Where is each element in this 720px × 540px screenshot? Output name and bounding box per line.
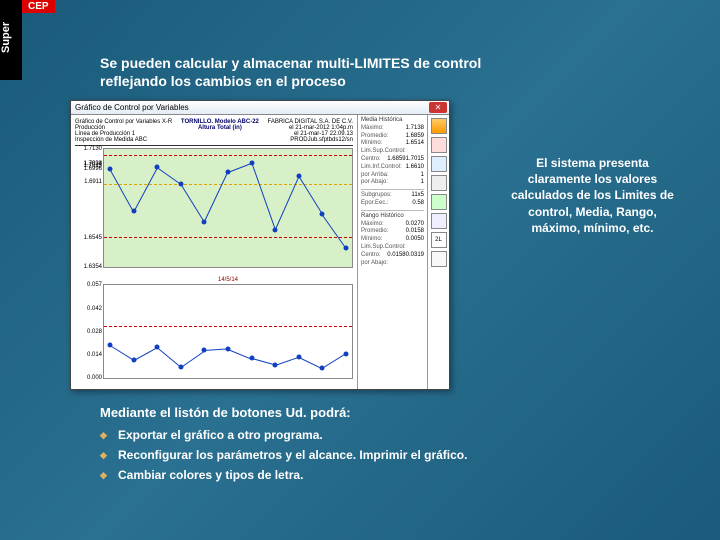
info-row: Lim.Inf.Control: 1.6610 <box>361 164 424 172</box>
y-tick: 1.7130 <box>84 146 104 152</box>
y-tick: 0.000 <box>87 375 104 381</box>
hdr-right-4: PRODJub.sfptbds12/sn <box>268 137 353 143</box>
tool-icon-3[interactable] <box>431 156 447 172</box>
window-titlebar: Gráfico de Control por Variables ✕ <box>71 101 449 115</box>
plot-column: Gráfico de Control por Variables X-R Pro… <box>71 115 357 389</box>
y-tick: 0.028 <box>87 329 104 335</box>
list-item: Cambiar colores y tipos de letra. <box>100 468 530 482</box>
tool-icon-6[interactable] <box>431 213 447 229</box>
chart-segment <box>204 172 228 223</box>
chart-point <box>344 245 349 250</box>
limit-line-center <box>104 184 352 185</box>
chart-segment <box>133 347 157 361</box>
chart-segment <box>133 168 157 213</box>
chart-segment <box>298 177 322 216</box>
chart-segment <box>228 163 252 173</box>
y-tick: 0.042 <box>87 306 104 312</box>
info-panel: Media Histórica Máximo: 1.7138Promedio: … <box>357 115 427 389</box>
tool-icon-5[interactable] <box>431 194 447 210</box>
limit-line-ucl <box>104 326 352 327</box>
toolbar: 2L <box>427 115 449 389</box>
slide-heading: Se pueden calcular y almacenar multi-LIM… <box>100 55 500 90</box>
info-row: Máximo: 0.0270 <box>361 221 424 229</box>
tool-icon-2[interactable] <box>431 137 447 153</box>
limit-line-ucl <box>104 155 352 156</box>
chart-segment <box>157 347 181 367</box>
callout-text: El sistema presenta claramente los valor… <box>505 155 680 236</box>
info-row: por Abajo: 1 <box>361 179 424 187</box>
hdr-left-4: Inspección de Medida ABC <box>75 137 172 143</box>
app-screenshot: Gráfico de Control por Variables ✕ Gráfi… <box>70 100 450 390</box>
brand-corner-badge: CEP <box>22 0 55 13</box>
info-row: Lim.Sup.Control: 0.0319 <box>361 244 424 252</box>
limit-line-lcl <box>104 237 352 238</box>
info-row: Mínimo: 1.6514 <box>361 140 424 148</box>
info-row: por Abajo: <box>361 260 424 268</box>
brand-side-tab: Super <box>0 0 22 80</box>
bullets-lead: Mediante el listón de botones Ud. podrá: <box>100 405 530 420</box>
xbar-chart: 1.71301.70331.70341.70151.69961.69111.65… <box>103 148 353 268</box>
info-row: Promedio: 1.6859 <box>361 133 424 141</box>
info-row: Mínimo: 0.0050 <box>361 236 424 244</box>
tool-icon-8[interactable] <box>431 251 447 267</box>
info-media-title: Media Histórica <box>361 117 424 125</box>
date-marker: 14/5/14 <box>99 277 357 283</box>
bullets-block: Mediante el listón de botones Ud. podrá:… <box>100 405 530 488</box>
tool-icon-7[interactable]: 2L <box>431 232 447 248</box>
list-item: Reconfigurar los parámetros y el alcance… <box>100 448 530 462</box>
y-tick: 1.6911 <box>84 179 104 185</box>
info-row: Lim.Sup.Control: 1.7015 <box>361 148 424 156</box>
info-row: Promedio: 0.0158 <box>361 228 424 236</box>
info-row: Subgrupos: 11x5 <box>361 192 424 200</box>
info-row: por Arriba: 1 <box>361 172 424 180</box>
close-icon[interactable]: ✕ <box>429 102 447 113</box>
tool-icon-4[interactable] <box>431 175 447 191</box>
y-tick: 1.6354 <box>84 264 104 270</box>
chart-segment <box>180 184 204 223</box>
chart-segment <box>275 357 299 366</box>
chart-segment <box>181 350 205 367</box>
chart-segment <box>322 215 346 249</box>
chart-segment <box>322 354 346 370</box>
chart-segment <box>204 349 228 352</box>
hdr-mid-2: Altura Total (in) <box>181 125 259 131</box>
plot-header: Gráfico de Control por Variables X-R Pro… <box>75 119 353 146</box>
window-title: Gráfico de Control por Variables <box>75 103 189 112</box>
range-chart: 0.0570.0420.0280.0140.000 <box>103 284 353 379</box>
info-row: Máximo: 1.7138 <box>361 125 424 133</box>
info-rango-title: Rango Histórico <box>361 213 424 221</box>
chart-segment <box>110 169 134 212</box>
y-tick: 0.014 <box>87 352 104 358</box>
y-tick: 0.057 <box>87 282 104 288</box>
chart-point <box>344 351 349 356</box>
y-tick: 1.6545 <box>84 235 104 241</box>
tool-icon-1[interactable] <box>431 118 447 134</box>
y-tick: 1.6996 <box>84 166 104 172</box>
chart-segment <box>251 163 276 230</box>
info-row: Epor.Eec.: 0.58 <box>361 200 424 208</box>
list-item: Exportar el gráfico a otro programa. <box>100 428 530 442</box>
